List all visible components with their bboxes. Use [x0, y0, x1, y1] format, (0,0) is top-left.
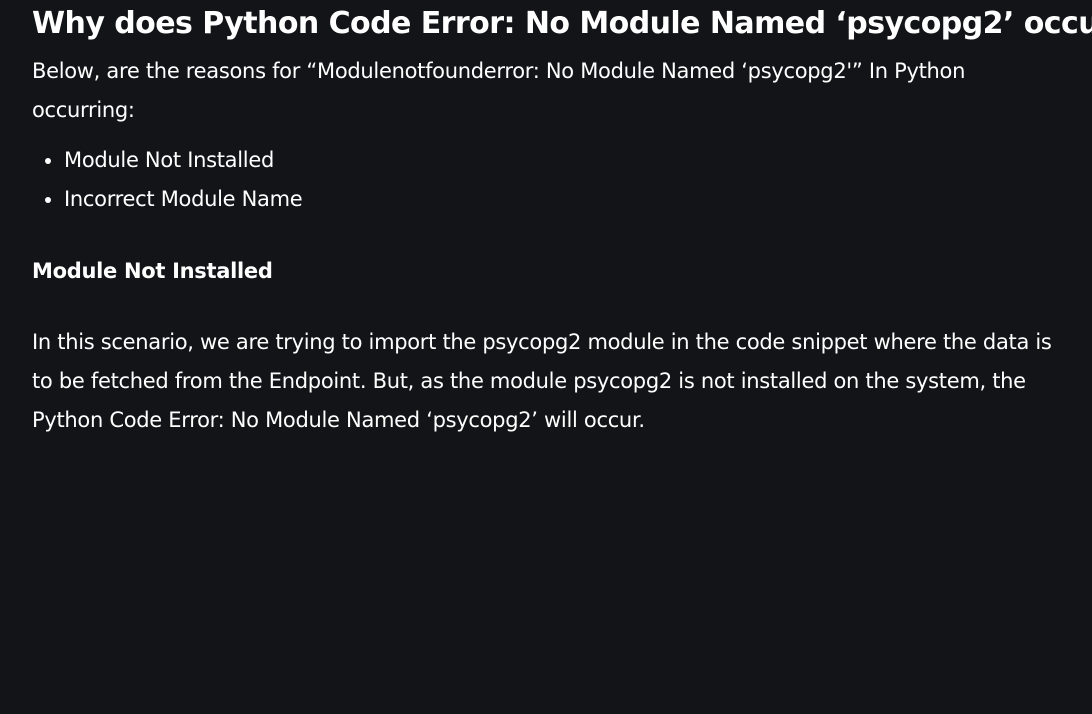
article-content: Why does Python Code Error: No Module Na… — [32, 0, 1092, 440]
section-paragraph: In this scenario, we are trying to impor… — [32, 330, 1052, 432]
section-heading: Module Not Installed — [32, 259, 273, 283]
reasons-list: Module Not Installed Incorrect Module Na… — [32, 141, 1062, 219]
intro-paragraph: Below, are the reasons for “Modulenotfou… — [32, 59, 966, 122]
list-item: Module Not Installed — [64, 141, 1062, 180]
article-heading: Why does Python Code Error: No Module Na… — [32, 6, 1092, 41]
list-item: Incorrect Module Name — [64, 180, 1062, 219]
